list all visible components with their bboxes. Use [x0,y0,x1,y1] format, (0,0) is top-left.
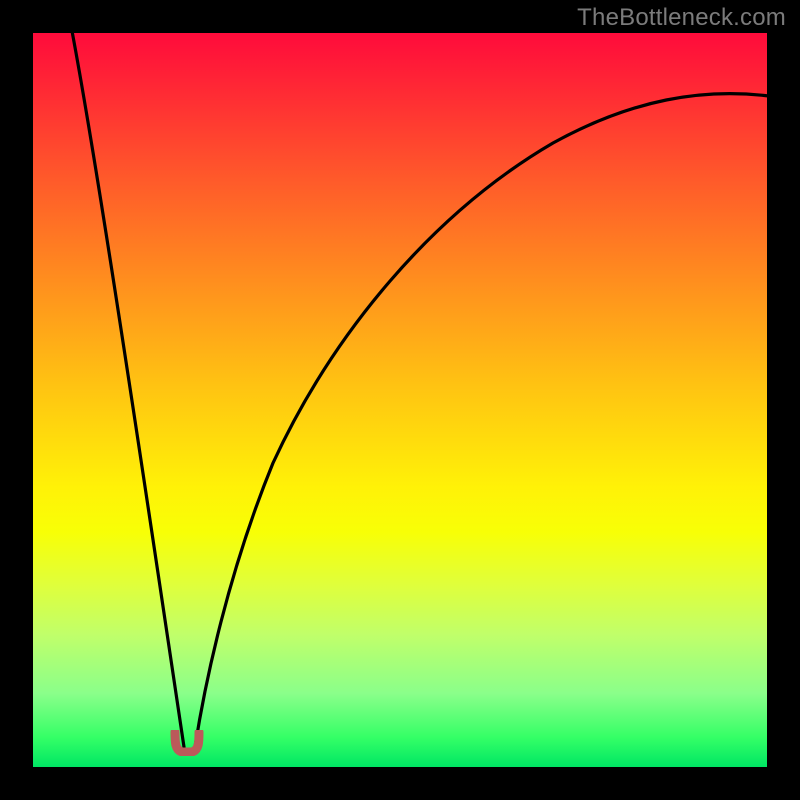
bottleneck-curve [33,33,767,767]
plot-area [33,33,767,767]
outer-frame: TheBottleneck.com [0,0,800,800]
watermark-text: TheBottleneck.com [577,4,786,32]
curve-right-branch [195,94,769,747]
curve-left-branch [72,31,184,747]
cusp-marker [170,730,204,756]
